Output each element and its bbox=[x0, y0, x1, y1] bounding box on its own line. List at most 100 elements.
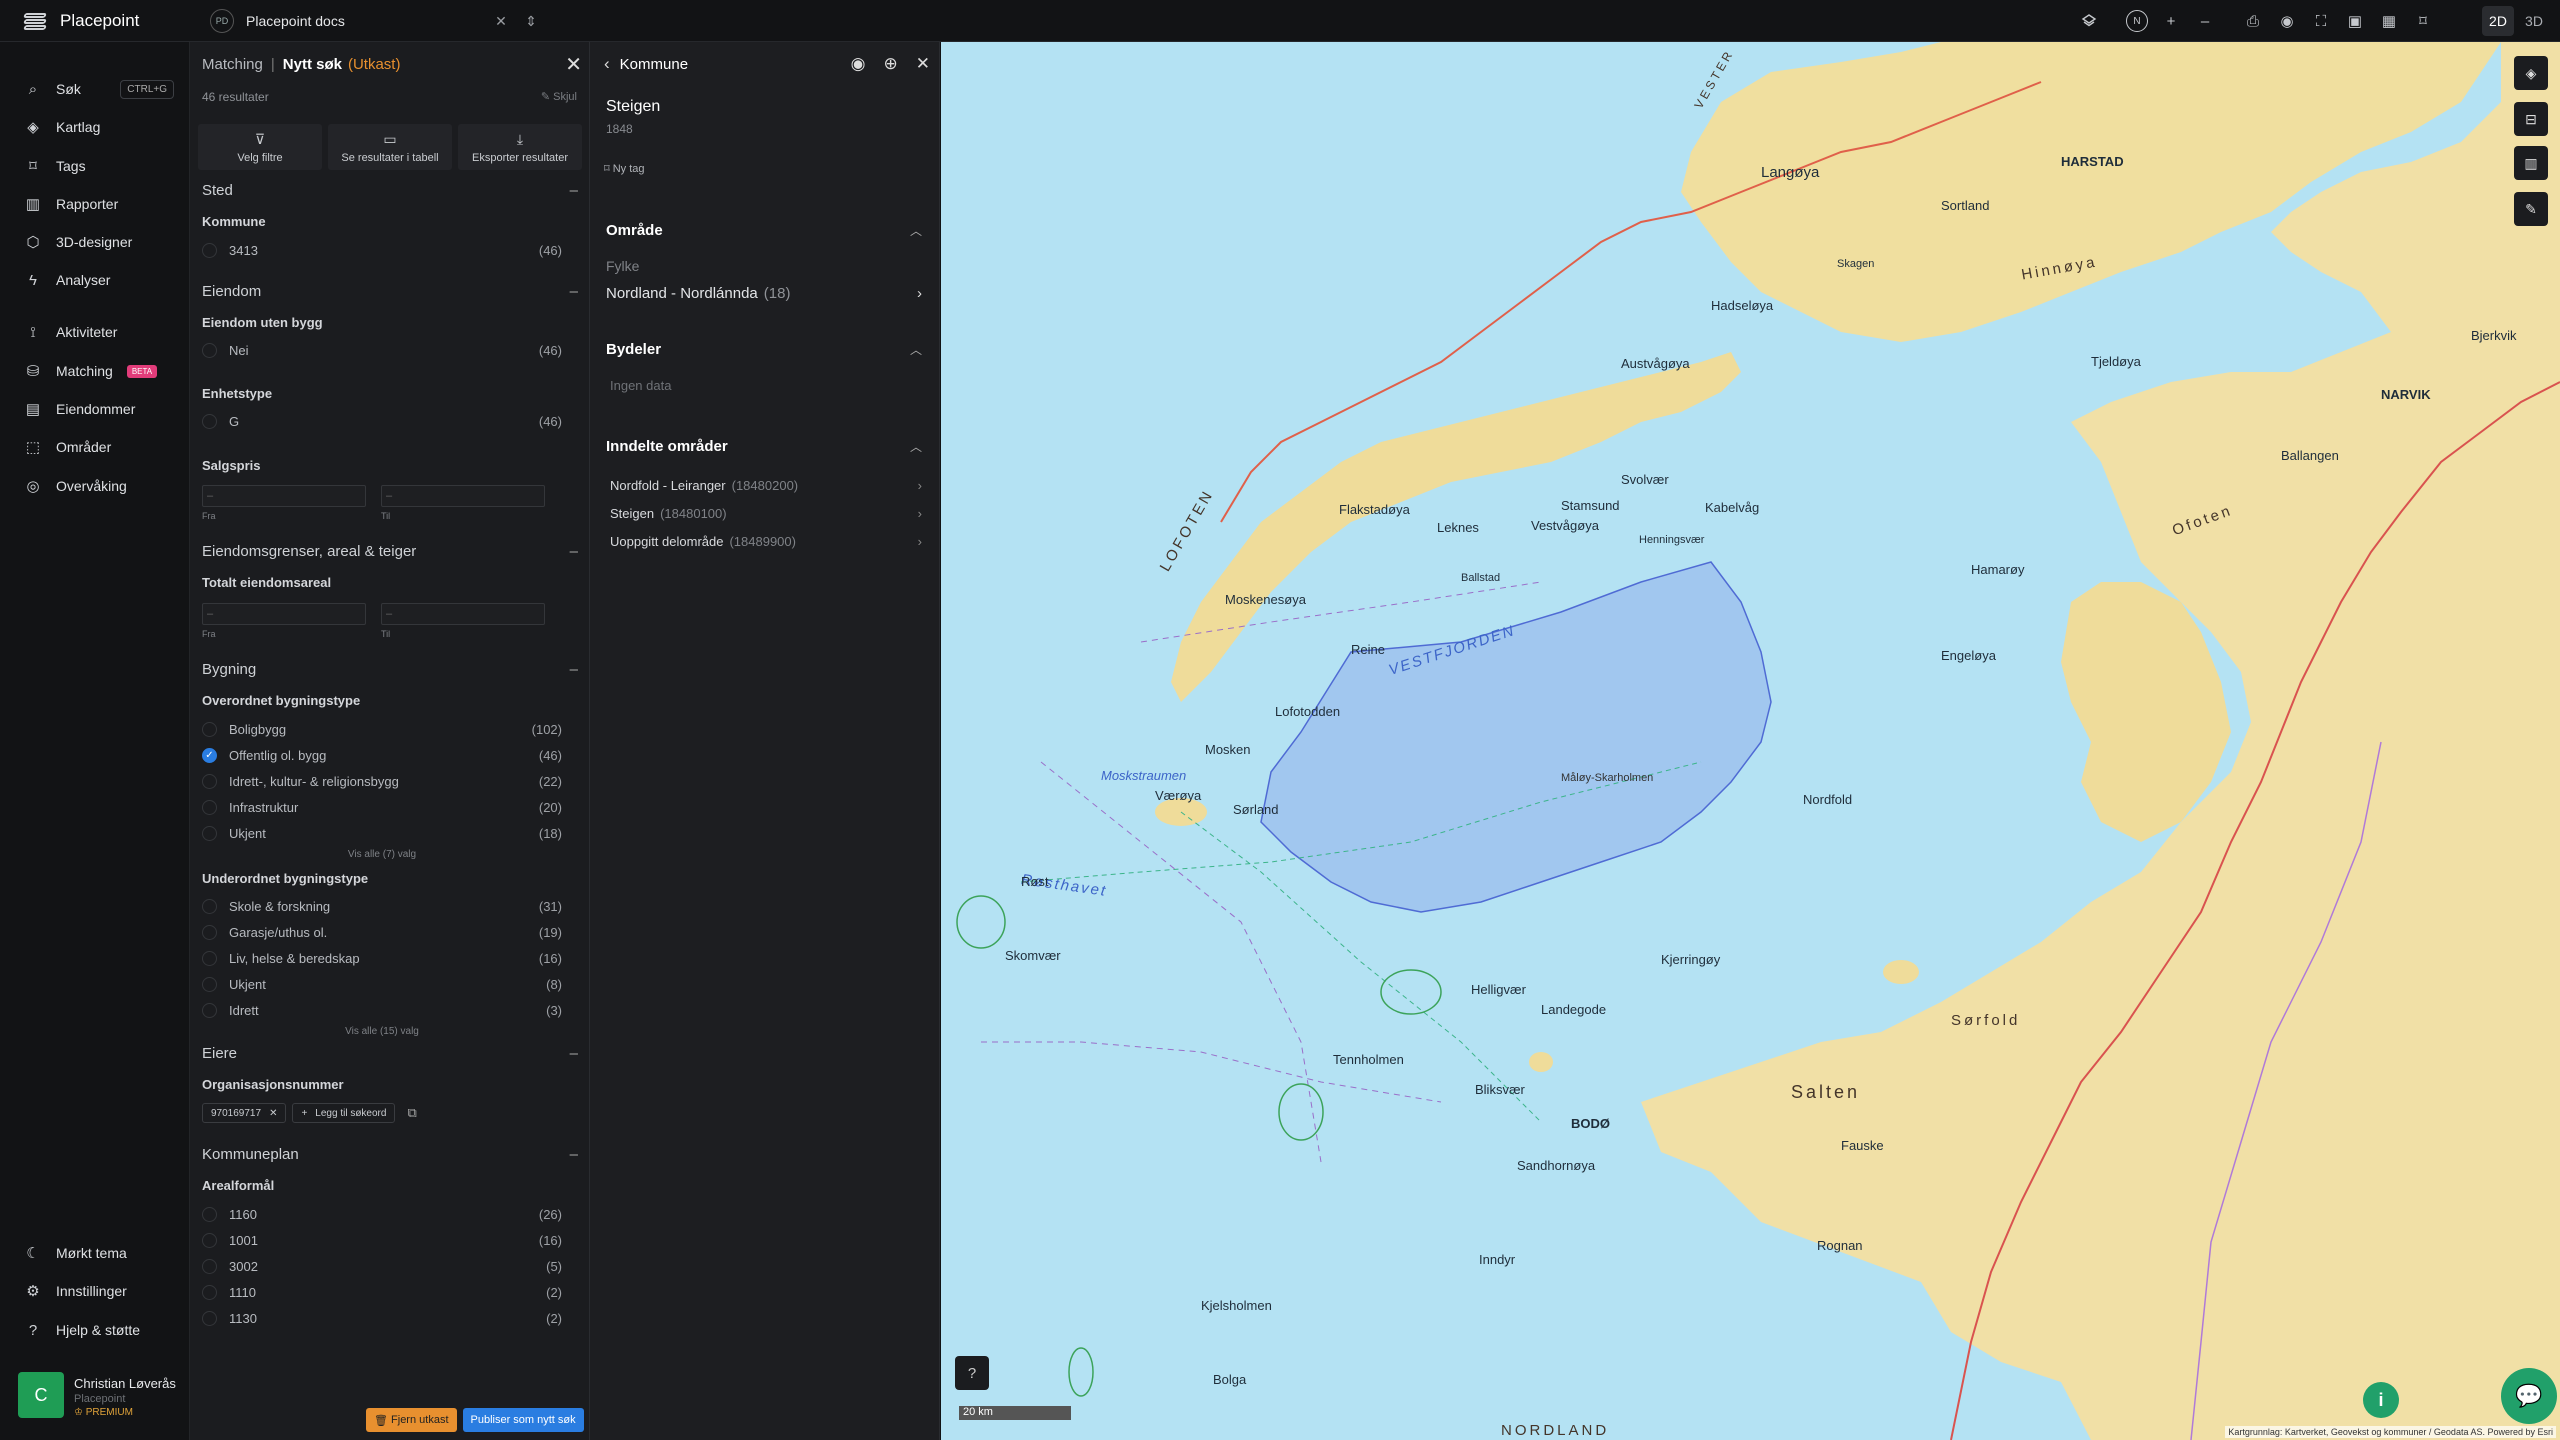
checkbox[interactable] bbox=[202, 799, 217, 815]
checkbox[interactable] bbox=[202, 950, 217, 966]
checkbox[interactable] bbox=[202, 1258, 217, 1274]
checkbox[interactable] bbox=[202, 1310, 217, 1326]
filter-option[interactable]: 1110 (2) bbox=[202, 1282, 562, 1302]
sidebar-item-3d-designer[interactable]: ⬡ 3D-designer bbox=[24, 228, 174, 256]
copy-icon[interactable]: ⧉ bbox=[407, 1105, 416, 1121]
publish-search-button[interactable]: Publiser som nytt søk bbox=[462, 1408, 584, 1432]
section-omrade[interactable]: Område ︿ bbox=[606, 222, 922, 239]
filter-option[interactable]: 1130 (2) bbox=[202, 1308, 562, 1328]
collapse-icon[interactable]: – bbox=[570, 182, 578, 199]
filter-option[interactable]: Nei (46) bbox=[202, 340, 562, 360]
checkbox[interactable] bbox=[202, 242, 217, 258]
grid-icon[interactable]: ▦ bbox=[2374, 6, 2404, 36]
filter-option[interactable]: 1160 (26) bbox=[202, 1204, 562, 1224]
camera-icon[interactable]: ▣ bbox=[2340, 6, 2370, 36]
hide-button[interactable]: ✎ Skjul bbox=[541, 90, 577, 103]
info-button[interactable]: i bbox=[2363, 1382, 2399, 1418]
section-eiendom[interactable]: Eiendom – bbox=[202, 283, 578, 300]
section-grenser[interactable]: Eiendomsgrenser, areal & teiger – bbox=[202, 543, 578, 560]
sidebar-item-matching[interactable]: ⛁ Matching BETA bbox=[24, 357, 174, 385]
filter-option[interactable]: Liv, helse & beredskap (16) bbox=[202, 948, 562, 968]
checkbox[interactable] bbox=[202, 342, 217, 358]
checkbox[interactable] bbox=[202, 1002, 217, 1018]
section-bygning[interactable]: Bygning – bbox=[202, 661, 578, 678]
map-chart-button[interactable]: ▥ bbox=[2514, 146, 2548, 180]
zoom-out-button[interactable]: – bbox=[2190, 6, 2220, 36]
checkbox[interactable] bbox=[202, 1206, 217, 1222]
sidebar-item-kartlag[interactable]: ◈ Kartlag bbox=[24, 113, 174, 141]
filter-option[interactable]: 1001 (16) bbox=[202, 1230, 562, 1250]
checkbox[interactable] bbox=[202, 721, 217, 737]
filter-option[interactable]: Skole & forskning (31) bbox=[202, 896, 562, 916]
user-profile[interactable]: C Christian Løverås Placepoint ♔ PREMIUM bbox=[18, 1372, 178, 1428]
chevron-updown-icon[interactable]: ⇕ bbox=[522, 13, 540, 30]
filter-option[interactable]: Idrett-, kultur- & religionsbygg (22) bbox=[202, 771, 562, 791]
list-item[interactable]: Nordfold - Leiranger (18480200) › bbox=[610, 478, 922, 493]
eye-icon[interactable]: ◉ bbox=[2272, 6, 2302, 36]
map-draw-button[interactable]: ✎ bbox=[2514, 192, 2548, 226]
collapse-icon[interactable]: – bbox=[570, 283, 578, 300]
section-inndelte[interactable]: Inndelte områder ︿ bbox=[606, 438, 922, 455]
zoom-in-button[interactable]: + bbox=[2156, 6, 2186, 36]
remove-chip-icon[interactable]: ✕ bbox=[269, 1108, 277, 1119]
breadcrumb-matching[interactable]: Matching bbox=[202, 56, 263, 73]
sidebar-item-rapporter[interactable]: ▥ Rapporter bbox=[24, 190, 174, 218]
new-tag-button[interactable]: ⌑ Ny tag bbox=[604, 162, 645, 175]
bookmark-icon[interactable]: ⌑ bbox=[2408, 6, 2438, 36]
clear-workspace-icon[interactable]: ✕ bbox=[492, 13, 510, 30]
chevron-up-icon[interactable]: ︿ bbox=[910, 341, 922, 358]
filter-option[interactable]: Ukjent (18) bbox=[202, 823, 562, 843]
filter-option[interactable]: 3413 (46) bbox=[202, 240, 562, 260]
section-eiere[interactable]: Eiere – bbox=[202, 1045, 578, 1062]
collapse-icon[interactable]: – bbox=[570, 1146, 578, 1163]
filter-option[interactable]: Garasje/uthus ol. (19) bbox=[202, 922, 562, 942]
filter-option[interactable]: Ukjent (8) bbox=[202, 974, 562, 994]
sidebar-item-settings[interactable]: ⚙ Innstillinger bbox=[24, 1277, 174, 1305]
sidebar-item-eiendommer[interactable]: ▤ Eiendommer bbox=[24, 395, 174, 423]
sidebar-item-analyser[interactable]: ϟ Analyser bbox=[24, 266, 174, 294]
remove-draft-button[interactable]: 🗑 Fjern utkast bbox=[366, 1408, 457, 1432]
section-kommuneplan[interactable]: Kommuneplan – bbox=[202, 1146, 578, 1163]
checkbox[interactable] bbox=[202, 924, 217, 940]
chevron-up-icon[interactable]: ︿ bbox=[910, 222, 922, 239]
checkbox[interactable] bbox=[202, 413, 217, 429]
print-icon[interactable]: ⎙ bbox=[2238, 6, 2268, 36]
checkbox[interactable] bbox=[202, 976, 217, 992]
checkbox[interactable] bbox=[202, 773, 217, 789]
collapse-icon[interactable]: – bbox=[570, 1045, 578, 1062]
eye-icon[interactable]: ◉ bbox=[851, 54, 866, 74]
sidebar-item-dark-theme[interactable]: ☾ Mørkt tema bbox=[24, 1239, 174, 1267]
fullscreen-icon[interactable]: ⛶ bbox=[2306, 6, 2336, 36]
brand[interactable]: Placepoint bbox=[23, 0, 139, 42]
map-help-button[interactable]: ? bbox=[955, 1356, 989, 1390]
orgnr-chip[interactable]: 970169717 ✕ bbox=[202, 1103, 287, 1123]
map-canvas[interactable]: VESTFJORDEN LOFOTEN Røsthavet Moskstraum… bbox=[941, 42, 2560, 1440]
list-item[interactable]: Steigen (18480100) › bbox=[610, 506, 922, 521]
sidebar-item-tags[interactable]: ⌑ Tags bbox=[24, 152, 174, 180]
areal-to-input[interactable]: – bbox=[381, 603, 545, 625]
areal-from-input[interactable]: – bbox=[202, 603, 366, 625]
sidebar-item-omrader[interactable]: ⬚ Områder bbox=[24, 433, 174, 461]
chevron-up-icon[interactable]: ︿ bbox=[910, 438, 922, 455]
filter-option[interactable]: ✓ Offentlig ol. bygg (46) bbox=[202, 745, 562, 765]
locate-icon[interactable]: ⊕ bbox=[884, 54, 898, 74]
sidebar-item-help[interactable]: ? Hjelp & støtte bbox=[24, 1316, 174, 1344]
fylke-row[interactable]: Nordland - Nordlánnda (18) › bbox=[606, 285, 922, 302]
close-icon[interactable]: ✕ bbox=[916, 54, 930, 74]
choose-filters-button[interactable]: ⊽ Velg filtre bbox=[198, 124, 322, 170]
checkbox[interactable] bbox=[202, 825, 217, 841]
filter-option[interactable]: Infrastruktur (20) bbox=[202, 797, 562, 817]
sidebar-item-aktiviteter[interactable]: ⟟ Aktiviteter bbox=[24, 318, 174, 346]
filter-option[interactable]: 3002 (5) bbox=[202, 1256, 562, 1276]
workspace-selector[interactable]: PD Placepoint docs ✕ ⇕ bbox=[200, 4, 540, 38]
map-layers-button[interactable]: ◈ bbox=[2514, 56, 2548, 90]
map-measure-button[interactable]: ⊟ bbox=[2514, 102, 2548, 136]
view-table-button[interactable]: ▭ Se resultater i tabell bbox=[328, 124, 452, 170]
mode-3d-button[interactable]: 3D bbox=[2518, 6, 2550, 36]
section-sted[interactable]: Sted – bbox=[202, 182, 578, 199]
sidebar-item-sok[interactable]: ⌕ Søk CTRL+G bbox=[24, 75, 174, 103]
show-all-link[interactable]: Vis alle (15) valg bbox=[202, 1026, 562, 1037]
salgspris-to-input[interactable]: – bbox=[381, 485, 545, 507]
filter-option[interactable]: Boligbygg (102) bbox=[202, 719, 562, 739]
mode-2d-button[interactable]: 2D bbox=[2482, 6, 2514, 36]
